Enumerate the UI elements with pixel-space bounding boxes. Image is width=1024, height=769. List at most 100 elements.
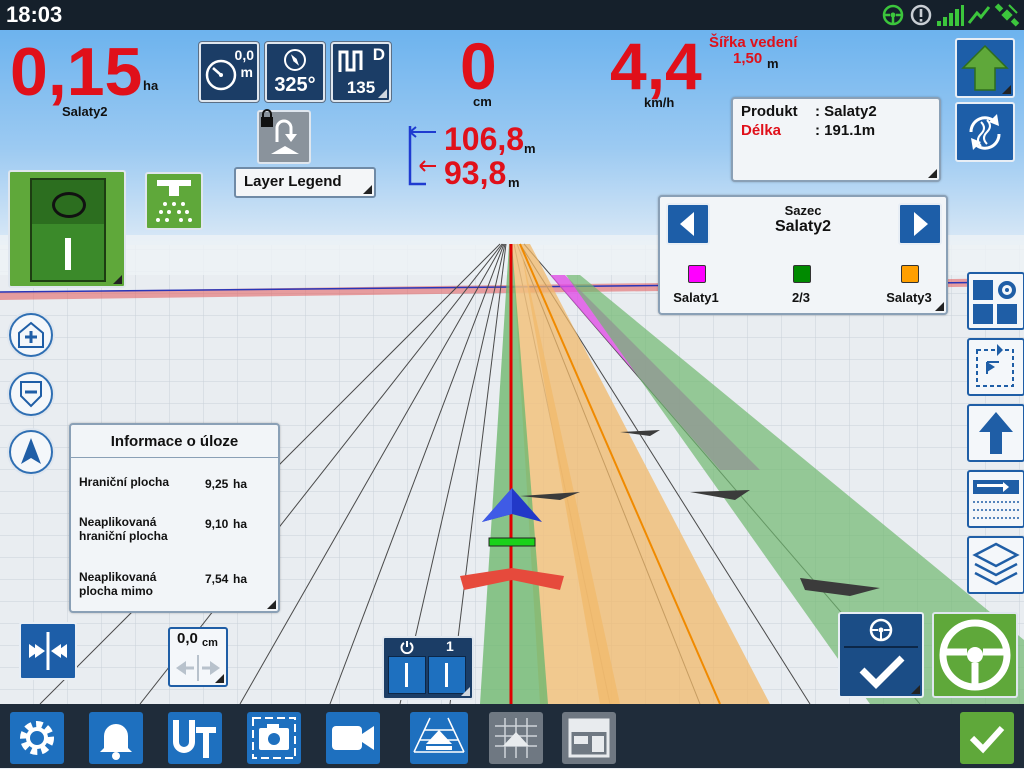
switch-off-symbol [52,192,86,218]
row-2-3-color-swatch [793,265,811,283]
camera-button[interactable] [247,712,301,764]
field-boundary-icon [976,344,1014,387]
steering-check-icon [844,618,918,689]
distance-tile[interactable]: 0,0 m [199,42,259,102]
product-value: : Salaty2 [815,103,877,120]
next-product-button[interactable] [898,203,942,245]
pattern-letter: D [372,45,385,64]
applied-area-value: 0,15 [10,34,143,110]
guidance-width-label: Šířka vedení [709,34,798,51]
steering-status-icon [882,4,904,26]
alarms-button[interactable] [89,712,143,764]
serpentine-pattern-icon [338,50,363,72]
layout-settings-button[interactable] [967,272,1024,330]
straight-guidance-button[interactable] [967,404,1024,462]
home-button[interactable] [955,38,1015,98]
field-view-button[interactable] [489,712,543,764]
nozzle-spray-icon [156,180,192,222]
layer-legend-label: Layer Legend [244,173,342,190]
product-info-panel[interactable]: Produkt : Salaty2 Délka : 191.1m [731,97,941,182]
status-bar: 18:03 [0,0,1024,30]
task-row-3-unit: ha [233,572,248,586]
guidance-view-button[interactable] [410,712,468,764]
zoom-in-button[interactable] [9,313,53,357]
bell-icon [100,724,132,760]
seeder-item-1-label: Salaty1 [673,290,719,305]
layers-button[interactable] [967,536,1024,594]
guidance-view-icon [413,717,465,753]
master-switch-button[interactable] [8,170,126,288]
settings-button[interactable] [10,712,64,764]
zoom-in-icon [18,321,44,348]
salaty1-color-swatch [688,265,706,283]
bottom-toolbar [0,704,1024,768]
product-label: Produkt [741,103,798,120]
layers-icon [972,542,1020,586]
product-name-label: Salaty2 [62,104,108,119]
gear-icon [20,721,54,755]
nudge-value: 0,0 [177,630,198,647]
section-control-panel[interactable]: 1 [382,636,474,700]
task-info-title: Informace o úloze [110,433,239,450]
distance-tile-value: 0,0 [234,47,254,63]
length-label: Délka [741,122,782,139]
distance-to-boundary-icon [408,126,436,186]
autosteer-engage-button[interactable] [932,612,1018,698]
video-camera-icon [332,726,374,750]
task-row-1-unit: ha [233,477,248,491]
salaty3-color-swatch [901,265,919,283]
compass-icon [284,49,306,71]
speed-unit: km/h [644,95,675,110]
recenter-button[interactable] [9,430,53,474]
boundary-button[interactable] [967,338,1024,396]
seeder-item-3-label: Salaty3 [886,290,932,305]
speedometer-icon [205,59,237,91]
u-turn-icon [271,119,299,154]
guidance-pattern-tile[interactable]: D 135 [331,42,391,102]
power-icon [400,641,414,654]
nudge-offset-button[interactable]: 0,0 cm [168,627,228,687]
seeder-panel: Sazec Salaty2 Salaty1 2/3 Salaty3 [658,195,948,315]
heading-value: 325° [274,74,316,96]
engage-check-button[interactable] [838,612,924,698]
split-view-button[interactable] [562,712,616,764]
distance-tile-unit: m [240,64,253,80]
gps-satellite-icon [994,3,1020,27]
confirm-button[interactable] [960,712,1014,764]
universal-terminal-button[interactable] [168,712,222,764]
cross-track-offset-unit: cm [473,94,492,109]
swath-settings-button[interactable] [967,470,1024,528]
task-row-3-label: Neaplikovaná plocha mimo [79,570,157,598]
heading-tile[interactable]: 325° [265,42,325,102]
task-row-2-label: Neaplikovaná hraniční plocha [79,515,168,543]
distance-bottom-value: 93,8 [444,155,507,191]
cross-track-offset-value: 0 [460,29,497,103]
align-to-line-button[interactable] [19,622,77,680]
task-row-1-label: Hraniční plocha [79,475,170,489]
zoom-out-button[interactable] [9,372,53,416]
shift-guidance-button[interactable] [955,102,1015,162]
speed-value: 4,4 [610,29,702,103]
sprayer-button[interactable] [145,172,203,230]
steering-wheel-icon [939,619,1011,691]
layer-legend-button[interactable]: Layer Legend [234,167,376,198]
section-count: 1 [446,638,454,654]
video-button[interactable] [326,712,380,764]
task-row-2-unit: ha [233,517,248,531]
auto-turn-button[interactable] [257,109,311,164]
rotate-lines-icon [969,114,1001,150]
section-1-indicator[interactable] [388,656,426,694]
signal-strength-icon [937,5,964,26]
applied-area-unit: ha [143,78,159,93]
distance-bottom-unit: m [508,175,520,190]
swath-lines-icon [973,480,1019,519]
switch-on-symbol [65,238,71,270]
task-info-panel[interactable]: Informace o úloze Hraniční plocha 9,25 h… [69,423,280,613]
task-row-3-value: 7,54 [205,572,229,586]
rtk-correction-icon [967,6,991,24]
switch-body [30,178,106,282]
length-value: : 191.1m [815,122,876,139]
task-row-2-value: 9,10 [205,517,229,531]
split-screen-icon [568,718,610,758]
arrow-up-icon [979,412,1013,454]
